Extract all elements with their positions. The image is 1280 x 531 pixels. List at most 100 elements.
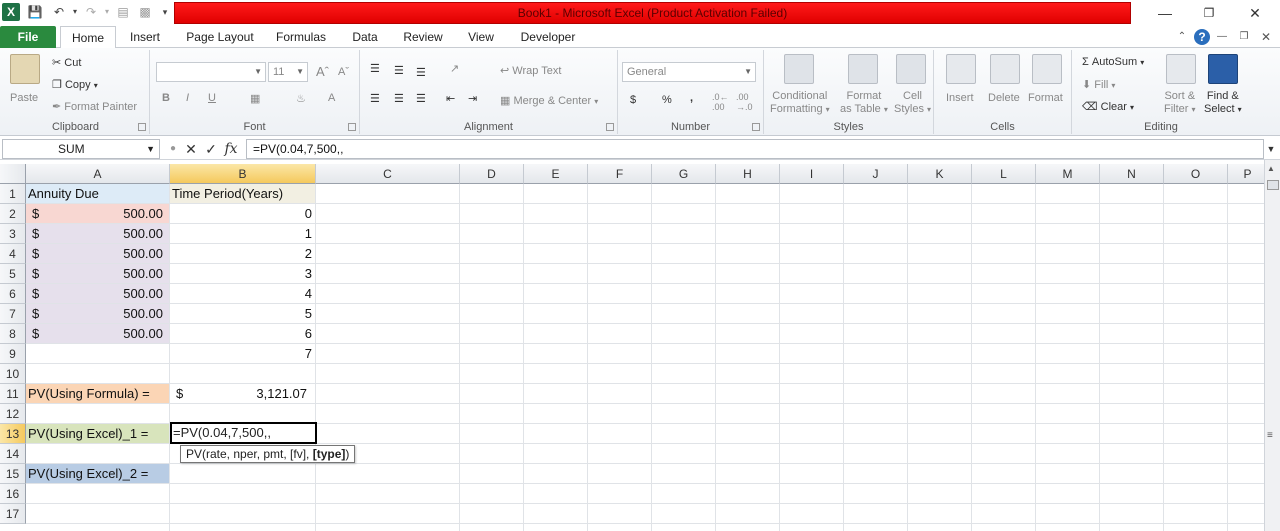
cell-a3[interactable]: $500.00 <box>26 224 170 244</box>
column-header-k[interactable]: K <box>908 164 972 184</box>
save-icon[interactable]: 💾 <box>26 3 44 21</box>
tab-home[interactable]: Home <box>60 26 116 49</box>
column-header-p[interactable]: P <box>1228 164 1268 184</box>
row-header-7[interactable]: 7 <box>0 304 26 324</box>
sort-filter-icon[interactable] <box>1166 54 1196 84</box>
column-header-c[interactable]: C <box>316 164 460 184</box>
row-header-11[interactable]: 11 <box>0 384 26 404</box>
cell-b9[interactable]: 7 <box>170 344 316 364</box>
formula-input[interactable]: =PV(0.04,7,500,, <box>246 139 1264 159</box>
find-select-button[interactable]: Find & Select ▾ <box>1204 90 1242 116</box>
excel-logo-icon[interactable]: X <box>2 3 20 21</box>
row-header-15[interactable]: 15 <box>0 464 26 484</box>
tab-formulas[interactable]: Formulas <box>270 26 332 48</box>
column-header-f[interactable]: F <box>588 164 652 184</box>
wrap-text-button[interactable]: ↩ Wrap Text <box>500 64 561 77</box>
clear-button[interactable]: ⌫ Clear ▾ <box>1082 100 1134 113</box>
sort-filter-button[interactable]: Sort & Filter ▾ <box>1164 90 1196 116</box>
cell-styles-button[interactable]: Cell Styles ▾ <box>894 90 931 116</box>
workbook-minimize-icon[interactable]: — <box>1214 29 1230 45</box>
format-cells-button[interactable]: Format <box>1028 92 1063 104</box>
alignment-launcher-icon[interactable] <box>606 123 614 131</box>
formula-bar-collapse-icon[interactable]: ● <box>164 140 182 158</box>
tab-data[interactable]: Data <box>344 26 386 48</box>
row-header-5[interactable]: 5 <box>0 264 26 284</box>
increase-decimal-icon[interactable]: .0← .00 <box>712 92 729 112</box>
column-header-o[interactable]: O <box>1164 164 1228 184</box>
increase-indent-icon[interactable]: ⇥ <box>468 92 477 105</box>
align-left-icon[interactable]: ☰ <box>370 92 380 105</box>
column-header-m[interactable]: M <box>1036 164 1100 184</box>
worksheet-grid[interactable]: ABCDEFGHIJKLMNOP 1 2 3 4 5 6 7 8 9 10 11 12 13 14 15 16… <box>0 164 1268 531</box>
font-size-select[interactable]: 11 ▼ <box>268 62 308 82</box>
column-header-l[interactable]: L <box>972 164 1036 184</box>
underline-icon[interactable]: U <box>208 92 216 104</box>
paste-button[interactable]: Paste <box>10 92 38 104</box>
column-header-n[interactable]: N <box>1100 164 1164 184</box>
name-box[interactable]: SUM ▼ <box>2 139 160 159</box>
middle-align-icon[interactable]: ☰ <box>394 64 404 77</box>
paste-icon[interactable] <box>10 54 40 84</box>
column-header-g[interactable]: G <box>652 164 716 184</box>
cell-b4[interactable]: 2 <box>170 244 316 264</box>
cell-a15[interactable]: PV(Using Excel)_2 = <box>26 464 170 484</box>
row-header-1[interactable]: 1 <box>0 184 26 204</box>
quick-access-icon[interactable]: ▩ <box>136 3 154 21</box>
cell-a5[interactable]: $500.00 <box>26 264 170 284</box>
row-header-17[interactable]: 17 <box>0 504 26 524</box>
scroll-up-icon[interactable]: ▲ <box>1267 164 1275 173</box>
row-header-6[interactable]: 6 <box>0 284 26 304</box>
column-header-a[interactable]: A <box>26 164 170 184</box>
cell-a1[interactable]: Annuity Due <box>26 184 170 204</box>
tab-review[interactable]: Review <box>398 26 448 48</box>
cell-b1[interactable]: Time Period(Years) <box>170 184 316 204</box>
row-header-14[interactable]: 14 <box>0 444 26 464</box>
insert-cells-icon[interactable] <box>946 54 976 84</box>
format-as-table-button[interactable]: Format as Table ▾ <box>840 90 888 116</box>
print-preview-icon[interactable]: ▤ <box>114 3 132 21</box>
comma-style-button[interactable]: , <box>690 92 693 104</box>
select-all-corner[interactable] <box>0 164 26 184</box>
insert-function-icon[interactable]: fx <box>222 140 240 158</box>
copy-button[interactable]: ❐ Copy ▾ <box>52 78 98 91</box>
cell-b2[interactable]: 0 <box>170 204 316 224</box>
italic-icon[interactable]: I <box>186 92 189 104</box>
restore-icon[interactable]: ❐ <box>1194 3 1224 23</box>
borders-icon[interactable]: ▦ <box>250 92 260 105</box>
find-select-icon[interactable] <box>1208 54 1238 84</box>
tab-developer[interactable]: Developer <box>512 26 584 48</box>
percent-style-button[interactable]: % <box>662 94 672 106</box>
font-launcher-icon[interactable] <box>348 123 356 131</box>
format-as-table-icon[interactable] <box>848 54 878 84</box>
cell-b8[interactable]: 6 <box>170 324 316 344</box>
decrease-indent-icon[interactable]: ⇤ <box>446 92 455 105</box>
orientation-icon[interactable]: ↗ <box>450 62 459 75</box>
row-header-13[interactable]: 13 <box>0 424 26 444</box>
cell-a13[interactable]: PV(Using Excel)_1 = <box>26 424 170 444</box>
conditional-formatting-button[interactable]: Conditional Formatting ▾ <box>770 90 830 116</box>
row-header-9[interactable]: 9 <box>0 344 26 364</box>
tab-file[interactable]: File <box>0 26 56 48</box>
conditional-formatting-icon[interactable] <box>784 54 814 84</box>
grow-font-icon[interactable]: Aˆ <box>316 64 329 79</box>
cell-a4[interactable]: $500.00 <box>26 244 170 264</box>
column-header-h[interactable]: H <box>716 164 780 184</box>
format-cells-icon[interactable] <box>1032 54 1062 84</box>
decrease-decimal-icon[interactable]: .00 →.0 <box>736 92 753 112</box>
column-header-e[interactable]: E <box>524 164 588 184</box>
currency-format-button[interactable]: $ <box>630 94 636 106</box>
close-icon[interactable]: ✕ <box>1240 3 1270 23</box>
row-header-10[interactable]: 10 <box>0 364 26 384</box>
row-header-12[interactable]: 12 <box>0 404 26 424</box>
align-right-icon[interactable]: ☰ <box>416 92 426 105</box>
delete-cells-button[interactable]: Delete <box>988 92 1020 104</box>
align-center-icon[interactable]: ☰ <box>394 92 404 105</box>
bottom-align-icon[interactable]: ☰ <box>416 66 426 79</box>
workbook-close-icon[interactable]: ✕ <box>1258 29 1274 45</box>
column-header-j[interactable]: J <box>844 164 908 184</box>
row-header-8[interactable]: 8 <box>0 324 26 344</box>
scroll-split-handle[interactable] <box>1267 180 1279 190</box>
cell-b3[interactable]: 1 <box>170 224 316 244</box>
tab-view[interactable]: View <box>460 26 502 48</box>
cell-b6[interactable]: 4 <box>170 284 316 304</box>
